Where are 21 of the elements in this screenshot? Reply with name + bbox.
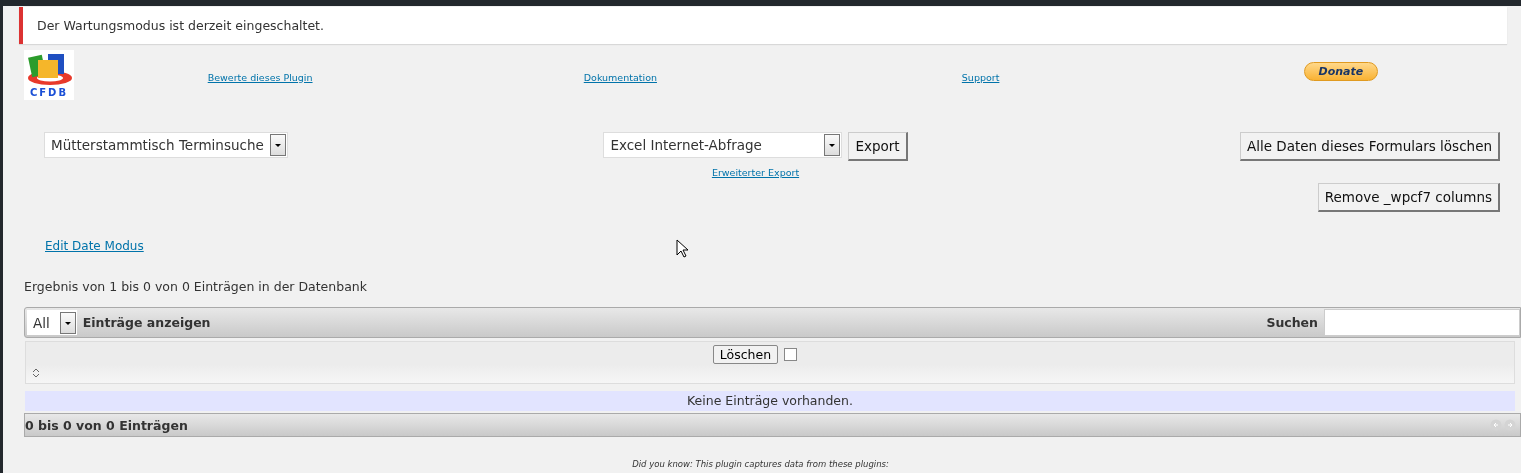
empty-message: Keine Einträge vorhanden. bbox=[25, 391, 1515, 411]
donate-button[interactable]: Donate bbox=[1303, 61, 1379, 81]
edit-mode-link[interactable]: Edit Date Modus bbox=[45, 239, 144, 253]
page-length-label: Einträge anzeigen bbox=[82, 315, 211, 330]
export-format-select[interactable]: Excel Internet-Abfrage bbox=[603, 132, 843, 158]
footer-note: Did you know: This plugin captures data from these plugins: bbox=[631, 459, 890, 469]
header-link[interactable]: Dokumentation bbox=[583, 71, 657, 83]
header-link[interactable]: Support bbox=[961, 71, 1000, 83]
form-select[interactable]: Mütterstammtisch Terminsuche bbox=[44, 132, 288, 158]
advanced-export-link[interactable]: Erweiterter Export bbox=[711, 167, 800, 178]
export-button[interactable]: Export bbox=[848, 132, 908, 161]
action-button[interactable]: Remove _wpcf7 columns bbox=[1317, 183, 1500, 212]
search-label: Suchen bbox=[1266, 315, 1318, 330]
delete-button[interactable]: Löschen bbox=[712, 345, 779, 364]
maintenance-notice: Der Wartungsmodus ist derzeit eingeschaltet. bbox=[19, 7, 1507, 44]
table-info: 0 bis 0 von 0 Einträgen bbox=[25, 417, 188, 433]
result-summary: Ergebnis von 1 bis 0 von 0 Einträgen in der Datenbank bbox=[24, 279, 368, 294]
page-length-select[interactable]: All bbox=[27, 310, 77, 335]
action-button[interactable]: Alle Daten dieses Formulars löschen bbox=[1239, 132, 1500, 161]
header-link[interactable]: Bewerte dieses Plugin bbox=[207, 71, 313, 83]
logo: CFDB bbox=[24, 50, 74, 100]
